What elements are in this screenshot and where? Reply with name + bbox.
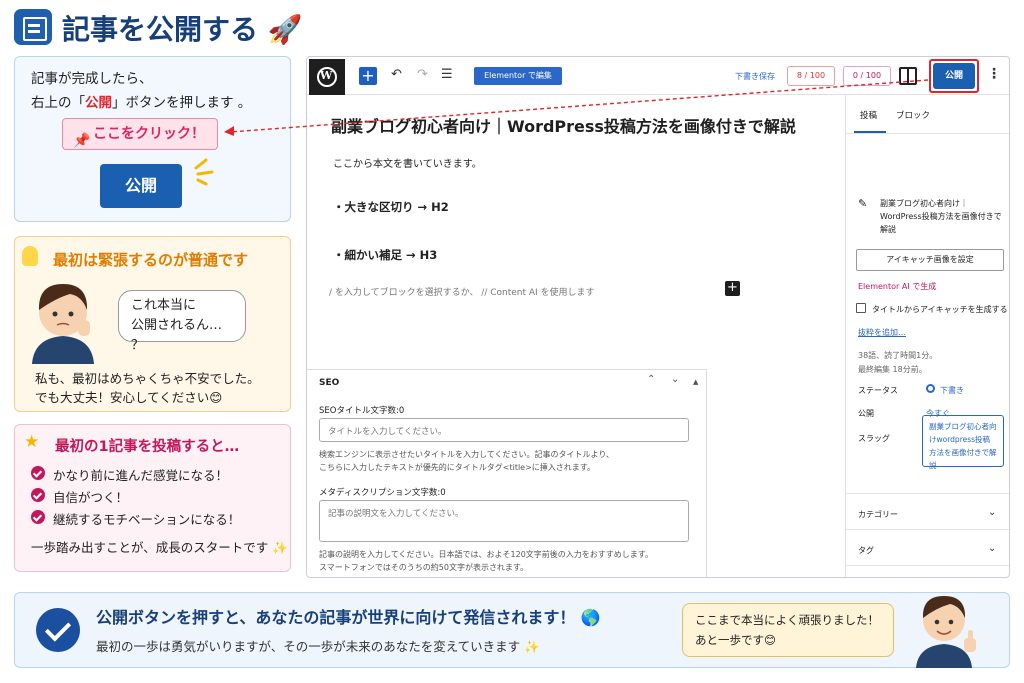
sidebar-toggle-icon[interactable] [899,67,917,85]
auto-thumbnail-checkbox[interactable] [856,303,866,313]
readability-score-badge[interactable]: 0 / 100 [843,66,891,86]
block-placeholder[interactable]: / を入力してブロックを選択するか、 // Content AI を使用します [329,285,595,298]
chevron-up-icon[interactable]: ⌃ [647,374,655,385]
settings-sidebar: 投稿 ブロック ✎ 副業ブログ初心者向け｜ WordPress投稿方法を画像付き… [845,95,1009,577]
click-here-label: 📌 ここをクリック！ [62,118,218,150]
featured-image-button[interactable]: アイキャッチ画像を設定 [856,249,1004,271]
banner-title: 公開ボタンを押すと、あなたの記事が世界に向けて発信されます！ 🌎 [96,608,601,627]
thumbs-up-boy-illustration [916,596,976,668]
add-block-button[interactable]: + [359,67,377,85]
editor-toolbar: + ↶ ↷ ☰ Elementor で編集 下書き保存 8 / 100 0 / … [307,57,1009,95]
post-stats: 38語、読了時間1分。 最終編集 18分前。 [858,351,938,374]
publish-button-example: 公開 [100,164,182,208]
star-icon: ★ [24,432,40,452]
tab-post[interactable]: 投稿 [860,109,877,121]
post-paragraph[interactable]: ここから本文を書いていきます。 [333,155,482,170]
meta-description-input[interactable]: 記事の説明文を入力してください。 [319,500,689,542]
post-h2-note[interactable]: ・大きな区切り → H2 [333,199,449,215]
status-label: ステータス [858,386,898,395]
worried-boy-illustration [32,284,94,364]
auto-thumbnail-label: タイトルからアイキャッチを生成する [872,305,1008,314]
benefits-title: 最初の1記事を投稿すると… [55,439,240,455]
elementor-edit-button[interactable]: Elementor で編集 [474,67,562,85]
triangle-up-icon[interactable]: ▲ [693,378,698,386]
slug-label: スラッグ [858,434,890,443]
benefit-item: 継続するモチベーションになる！ [53,512,241,527]
instruction-line1: 記事が完成したら、 [31,71,153,87]
nervous-foot-2: でも大丈夫！安心してください😊 [35,390,223,405]
document-overview-icon[interactable]: ☰ [441,67,453,82]
nervous-foot-1: 私も、最初はめちゃくちゃ不安でした。 [35,371,260,386]
add-excerpt-link[interactable]: 抜粋を追加… [858,327,906,338]
pushpin-icon: 📌 [73,133,91,149]
chevron-down-icon[interactable]: ⌄ [988,507,996,518]
elementor-ai-link[interactable]: Elementor AI で生成 [858,281,936,292]
instruction-line2: 右上の「公開」ボタンを押します 。 [31,95,252,111]
page-title: 記事を公開する 🚀 [62,13,303,46]
check-icon [31,466,45,480]
worried-speech-bubble: これ本当に 公開されるん… ？ [118,290,246,353]
seo-title-input[interactable]: タイトルを入力してください。 [319,418,689,442]
options-menu-icon[interactable]: ⋮ [987,66,1001,82]
publish-label: 公開 [858,409,874,418]
status-radio[interactable] [926,384,935,393]
status-value[interactable]: 下書き [940,385,964,396]
nervous-card-title: 最初は緊張するのが普通です [53,251,249,269]
benefits-foot: 一歩踏み出すことが、成長のスタートです ✨ [31,540,288,555]
meta-description-label: メタディスクリプション文字数:0 [319,488,446,498]
lightbulb-icon [22,246,38,266]
benefit-item: かなり前に進んだ感覚になる！ [53,468,229,483]
sparkle-icon [194,158,214,186]
wordpress-logo-icon[interactable] [309,59,345,95]
check-icon [31,510,45,524]
category-panel[interactable]: カテゴリー [858,509,898,520]
benefits-card: 最初の1記事を投稿すると… かなり前に進んだ感覚になる！ 自信がつく！ 継続する… [14,424,291,572]
banner-subtitle: 最初の一歩は勇気がいりますが、その一歩が未来のあなたを変えていきます ✨ [96,639,540,654]
redo-icon[interactable]: ↷ [417,67,428,82]
check-circle-icon [36,608,80,652]
save-draft-button[interactable]: 下書き保存 [735,71,775,82]
chevron-down-icon[interactable]: ⌄ [671,374,679,385]
post-name: 副業ブログ初心者向け｜ WordPress投稿方法を画像付きで 解説 [880,199,1002,234]
undo-icon[interactable]: ↶ [391,67,402,82]
inline-add-block-button[interactable]: + [725,281,740,296]
editor-logo-icon [14,9,52,45]
post-title[interactable]: 副業ブログ初心者向け｜WordPress投稿方法を画像付きで解説 [331,113,796,137]
post-icon: ✎ [858,197,868,210]
seo-title-label: SEOタイトル文字数:0 [319,406,405,416]
seo-heading: SEO [319,378,340,388]
tab-block[interactable]: ブロック [896,109,930,121]
seo-panel: SEO ⌃ ⌄ ▲ SEOタイトル文字数:0 タイトルを入力してください。 検索… [307,369,707,577]
encouragement-bubble: ここまで本当によく頑張りました！ あと一歩です😊 [682,603,894,657]
wordpress-editor-screenshot: + ↶ ↷ ☰ Elementor で編集 下書き保存 8 / 100 0 / … [306,56,1010,578]
check-icon [31,488,45,502]
benefit-item: 自信がつく！ [53,490,129,505]
slug-input[interactable]: 副業ブログ初心者向けwordpress投稿方法を画像付きで解説 [922,415,1004,470]
tag-panel[interactable]: タグ [858,545,874,556]
seo-score-badge[interactable]: 8 / 100 [787,66,835,86]
post-h3-note[interactable]: ・細かい補足 → H3 [333,247,437,263]
publish-highlight-box [929,59,979,93]
chevron-down-icon[interactable]: ⌄ [988,543,996,554]
